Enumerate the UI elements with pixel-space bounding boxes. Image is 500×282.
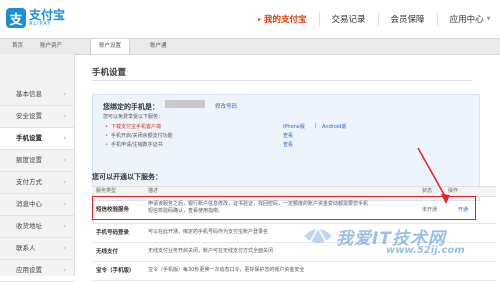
subnav-assets[interactable]: 账户资产	[40, 39, 62, 54]
available-services-title: 您可以开通以下服务：	[92, 173, 162, 181]
service-type: 宝令（手机版）	[96, 268, 135, 274]
sidebar-item-payment[interactable]: 支付方式 ›	[0, 172, 74, 194]
chevron-right-icon: ›	[63, 201, 66, 208]
service-digital-cert: • 手机申请/注销数字证书	[105, 141, 163, 149]
main-nav: ▸ 我的支付宝 交易记录 会员保障 应用中心 ▼	[258, 0, 490, 38]
sidebar-item-address[interactable]: 收货地址 ›	[0, 216, 74, 238]
sidebar-item-basic-info[interactable]: 基本信息 ›	[0, 84, 74, 106]
bullet-icon: •	[105, 123, 108, 130]
service-download-client: • 下载支付宝手机客户端	[105, 123, 161, 131]
watermark-url: www.52ij.com	[386, 245, 465, 256]
nav-protection[interactable]: 会员保障	[391, 13, 425, 25]
alipay-logo[interactable]: 支 支付宝 ALIPAY	[6, 8, 65, 28]
subnav-pass[interactable]: 账户通	[150, 39, 167, 54]
service-desc: 宝令（手机版）每30秒更换一次动态口令，更好保护您的账户资金安全	[148, 267, 305, 273]
bullet-icon: •	[105, 141, 108, 148]
view-link[interactable]: 查看	[283, 141, 293, 148]
nav-my-alipay[interactable]: ▸ 我的支付宝	[258, 13, 307, 25]
top-header: 支 支付宝 ALIPAY ▸ 我的支付宝 交易记录 会员保障 应用中心 ▼	[0, 0, 500, 38]
bound-phone-label: 您绑定的手机是：	[103, 103, 159, 111]
header-desc: 描述	[148, 188, 159, 194]
chevron-right-icon: ›	[63, 179, 66, 186]
chevron-right-icon: ›	[63, 157, 66, 164]
android-link[interactable]: Android版	[322, 123, 346, 130]
chevron-down-icon: ▼	[486, 16, 491, 22]
header-status: 状态	[422, 188, 433, 194]
header-type: 服务类型	[96, 188, 117, 194]
sidebar-item-messages[interactable]: 消息中心 ›	[0, 194, 74, 216]
header-op: 操作	[448, 188, 459, 194]
bound-phone-panel: 您绑定的手机是： 修改号码 您可以免费享受以下服务： • 下载支付宝手机客户端 i…	[92, 94, 480, 201]
chevron-right-icon: ›	[63, 267, 66, 274]
iphone-link[interactable]: iPhone版	[283, 123, 305, 130]
divider	[92, 80, 472, 81]
watermark-logo-icon	[304, 225, 332, 243]
chevron-right-icon: ›	[63, 113, 66, 120]
logo-text-en: ALIPAY	[29, 21, 52, 27]
free-services-hint: 您可以免费享受以下服务：	[103, 114, 164, 120]
sidebar-item-security[interactable]: 安全设置 ›	[0, 106, 74, 128]
service-desc: 无线支付业务开启关闭，账户可在无线支付方式全面关闭	[148, 248, 274, 254]
sidebar: 基本信息 › 安全设置 › 手机设置 › 额度设置 › 支付方式 › 消息中心 › 收货地址…	[0, 54, 75, 282]
sub-nav: 首页 账户资产 账户设置 账户通	[0, 38, 500, 55]
highlight-box	[92, 196, 476, 220]
link-separator: |	[315, 123, 317, 129]
alipay-logo-icon: 支	[6, 8, 26, 28]
nav-apps[interactable]: 应用中心 ▼	[450, 13, 491, 25]
chevron-right-icon: ›	[63, 223, 66, 230]
logo-text-cn: 支付宝	[29, 8, 66, 22]
service-type: 手机号码登录	[96, 230, 130, 236]
masked-phone-number	[165, 100, 205, 108]
caret-icon: ▸	[258, 15, 262, 23]
sidebar-item-contacts[interactable]: 联系人 ›	[0, 238, 74, 260]
bullet-icon: •	[105, 132, 108, 139]
chevron-right-icon: ›	[63, 135, 66, 142]
subnav-home[interactable]: 首页	[12, 39, 23, 54]
sidebar-item-apps[interactable]: 应用设置 ›	[0, 260, 74, 282]
nav-transactions[interactable]: 交易记录	[332, 13, 366, 25]
edit-phone-link[interactable]: 修改号码	[215, 102, 237, 110]
view-link[interactable]: 查看	[283, 132, 293, 139]
chevron-right-icon: ›	[63, 245, 66, 252]
service-balance-payment: • 手机开启/关闭余额支付功能	[105, 132, 173, 140]
table-row: 宝令（手机版） 宝令（手机版）每30秒更换一次动态口令，更好保护您的账户资金安全	[92, 262, 496, 281]
service-type: 无线支付	[96, 249, 119, 255]
page-title: 手机设置	[92, 68, 127, 78]
sidebar-item-limit[interactable]: 额度设置 ›	[0, 150, 74, 172]
subnav-settings[interactable]: 账户设置	[90, 39, 131, 54]
sidebar-item-phone-settings[interactable]: 手机设置 ›	[0, 128, 74, 150]
chevron-right-icon: ›	[63, 91, 66, 98]
